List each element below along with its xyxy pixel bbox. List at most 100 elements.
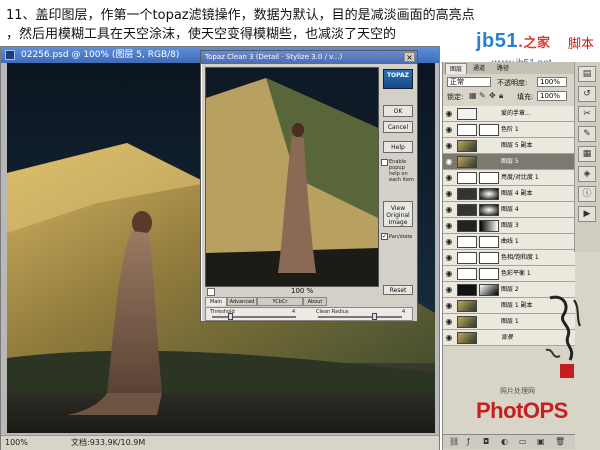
tab-channels[interactable]: 通道 — [469, 63, 489, 74]
layer-name: 图层 4 — [501, 206, 519, 213]
tab-about[interactable]: About — [303, 297, 327, 306]
fill-label: 填充: — [517, 93, 534, 101]
photoshop-doc-icon — [5, 50, 15, 60]
fx-icon[interactable]: ƒ — [467, 437, 470, 446]
info-icon[interactable]: ⓘ — [578, 186, 596, 202]
opacity-input[interactable]: 100% — [537, 77, 567, 87]
threshold-slider-knob[interactable] — [228, 313, 233, 320]
visibility-eye-icon[interactable]: ◉ — [444, 317, 454, 327]
layer-row[interactable]: ◉ 图层 4 — [443, 202, 575, 218]
layer-row-selected[interactable]: ◉ 图层 5 — [443, 154, 575, 170]
layer-name: 图层 1 副本 — [501, 302, 533, 309]
visibility-eye-icon[interactable]: ◉ — [444, 285, 454, 295]
radius-value: 4 — [402, 309, 406, 315]
layer-thumbnail — [457, 188, 477, 200]
enable-popup-help-checkbox[interactable] — [381, 159, 388, 166]
panel-dock: ▤ ↺ ✂ ✎ ▦ ◈ ⓘ ▶ — [574, 62, 600, 252]
brush-icon[interactable]: ✎ — [578, 126, 596, 142]
tab-layers[interactable]: 图层 — [445, 63, 468, 74]
layer-row[interactable]: ◉ 爱的手章... — [443, 106, 575, 122]
styles-icon[interactable]: ◈ — [578, 166, 596, 182]
visibility-eye-icon[interactable]: ◉ — [444, 205, 454, 215]
cancel-button[interactable]: Cancel — [383, 121, 413, 133]
visibility-eye-icon[interactable]: ◉ — [444, 141, 454, 151]
enable-popup-help-label: Enable popup help on each item — [389, 159, 414, 183]
topaz-dialog[interactable]: Topaz Clean 3 (Detail · Stylize 3.0 / v.… — [200, 50, 418, 322]
radius-slider[interactable] — [318, 316, 402, 318]
topaz-preview[interactable] — [205, 67, 379, 287]
navigator-icon[interactable]: ▤ — [578, 66, 596, 82]
adjustment-thumbnail — [457, 252, 477, 264]
threshold-slider[interactable] — [212, 316, 296, 318]
link-icon[interactable]: ⛓ — [449, 437, 459, 446]
mask-icon[interactable]: ◘ — [483, 437, 489, 446]
layer-row[interactable]: ◉ 亮度/对比度 1 — [443, 170, 575, 186]
layer-name: 曲线 1 — [501, 238, 519, 245]
layer-name: 图层 2 — [501, 286, 519, 293]
topaz-tabbar: Main Advanced YCbCr Adjustment About — [205, 297, 413, 314]
scissors-icon[interactable]: ✂ — [578, 106, 596, 122]
layer-name: 图层 1 — [501, 318, 519, 325]
tab-advanced[interactable]: Advanced — [227, 297, 257, 306]
visibility-eye-icon[interactable]: ◉ — [444, 253, 454, 263]
visibility-eye-icon[interactable]: ◉ — [444, 109, 454, 119]
reset-button[interactable]: Reset — [383, 285, 413, 295]
preview-zoom-percent: 100 % — [291, 287, 314, 295]
layer-name: 色阶 1 — [501, 126, 519, 133]
tab-paths[interactable]: 路径 — [493, 63, 513, 74]
visibility-eye-icon[interactable]: ◉ — [444, 173, 454, 183]
layer-thumbnail — [457, 140, 477, 152]
layer-row[interactable]: ◉ 色阶 1 — [443, 122, 575, 138]
layer-row[interactable]: ◉ 曲线 1 — [443, 234, 575, 250]
layer-mask-thumbnail — [479, 236, 499, 248]
zoom-readout[interactable]: 100% — [5, 436, 28, 450]
layer-row[interactable]: ◉ 色彩平衡 1 — [443, 266, 575, 282]
topaz-dialog-titlebar[interactable]: Topaz Clean 3 (Detail · Stylize 3.0 / v.… — [201, 51, 417, 64]
history-icon[interactable]: ↺ — [578, 86, 596, 102]
layer-row[interactable]: ◉ 图层 5 副本 — [443, 138, 575, 154]
adjust-icon[interactable]: ◐ — [501, 437, 508, 446]
help-button[interactable]: Help — [383, 141, 413, 153]
lock-transparent-icon[interactable]: ▦ — [469, 91, 477, 100]
visibility-eye-icon[interactable]: ◉ — [444, 269, 454, 279]
tab-main[interactable]: Main — [205, 297, 227, 306]
fill-input[interactable]: 100% — [537, 91, 567, 101]
lock-position-icon[interactable]: ✥ — [489, 91, 496, 100]
swatches-icon[interactable]: ▦ — [578, 146, 596, 162]
radius-slider-knob[interactable] — [372, 313, 377, 320]
visibility-eye-icon[interactable]: ◉ — [444, 125, 454, 135]
layer-row[interactable]: ◉ 图层 4 副本 — [443, 186, 575, 202]
view-original-button[interactable]: View Original Image — [383, 201, 413, 227]
preview-checkbox[interactable] — [207, 288, 215, 296]
layer-name: 图层 5 — [501, 158, 519, 165]
new-layer-icon[interactable]: ▣ — [537, 437, 545, 446]
instruction-line-2: ，然后用模糊工具在天空涂沫，使天空变得模糊些，也减淡了天空的 — [6, 27, 397, 42]
folder-icon[interactable]: ▭ — [519, 437, 527, 446]
actions-icon[interactable]: ▶ — [578, 206, 596, 222]
visibility-eye-icon[interactable]: ◉ — [444, 221, 454, 231]
layer-row[interactable]: ◉ 图层 3 — [443, 218, 575, 234]
layer-mask-thumbnail — [479, 204, 499, 216]
layer-thumbnail — [457, 284, 477, 296]
layer-name: 背景 — [501, 334, 514, 341]
layer-name: 图层 4 副本 — [501, 190, 533, 197]
layer-mask-thumbnail — [479, 172, 499, 184]
visibility-eye-icon[interactable]: ◉ — [444, 333, 454, 343]
layer-name: 色相/饱和度 1 — [501, 254, 539, 261]
blend-mode-select[interactable]: 正常 — [447, 77, 491, 87]
lock-image-icon[interactable]: ✎ — [479, 91, 486, 100]
pan-state-checkbox[interactable]: ✓ — [381, 233, 388, 240]
layer-row[interactable]: ◉ 色相/饱和度 1 — [443, 250, 575, 266]
lock-all-icon[interactable]: 🔒︎ — [499, 91, 503, 101]
visibility-eye-icon[interactable]: ◉ — [444, 301, 454, 311]
close-icon[interactable]: × — [404, 52, 415, 62]
trash-icon[interactable]: 🗑︎ — [555, 437, 565, 446]
instruction-text: 11、盖印图层，作第一个topaz滤镜操作，数据为默认，目的是减淡画面的高亮点 … — [6, 6, 526, 44]
instruction-line-1: 11、盖印图层，作第一个topaz滤镜操作，数据为默认，目的是减淡画面的高亮点 — [6, 8, 475, 23]
visibility-eye-icon[interactable]: ◉ — [444, 189, 454, 199]
opacity-label: 不透明度: — [497, 79, 528, 87]
ok-button[interactable]: OK — [383, 105, 413, 117]
visibility-eye-icon[interactable]: ◉ — [444, 157, 454, 167]
visibility-eye-icon[interactable]: ◉ — [444, 237, 454, 247]
tab-ycbcr[interactable]: YCbCr Adjustment — [257, 297, 303, 314]
